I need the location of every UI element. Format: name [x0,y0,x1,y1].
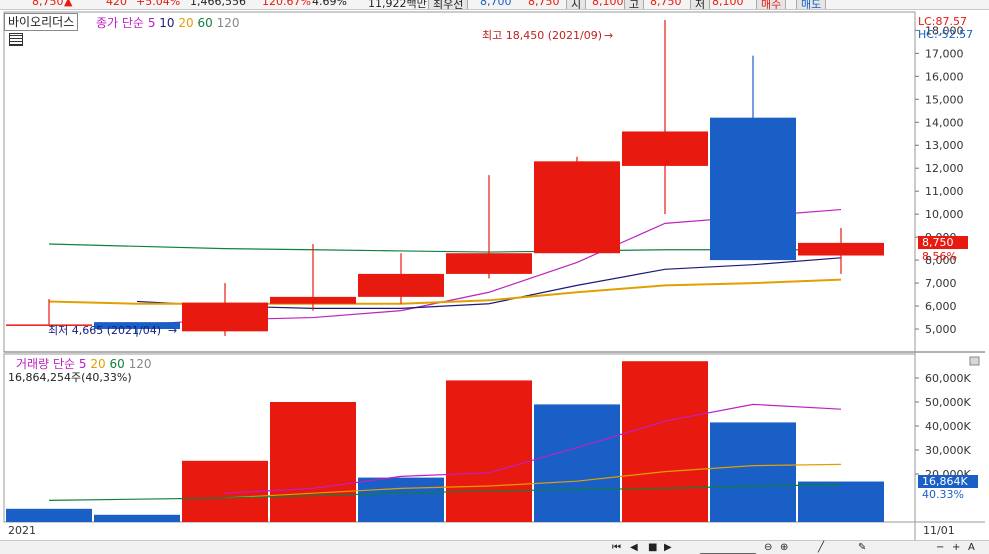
volume-bar [358,477,444,522]
lc-label: LC:87.57 [918,15,967,28]
volume-bar [94,514,180,522]
volume-tick-label: 40,000K [925,420,971,433]
price-tick-label: 16,000 [925,70,964,83]
low-annotation: 최저 4,665 (2021/04) [48,324,161,337]
pct-badge-label: 8.56% [922,250,957,263]
price-tick-label: 5,000 [925,323,957,336]
ma-period-120[interactable]: 120 [217,16,240,30]
volume-bar [6,508,92,522]
ma-period-20[interactable]: 20 [178,16,193,30]
price-tick-label: 10,000 [925,208,964,221]
grid-icon[interactable] [9,33,23,46]
candle-body [534,161,620,254]
volume-tick-label: 60,000K [925,372,971,385]
scroll-first-icon[interactable]: ⏮ [612,543,621,553]
stock-chart[interactable]: 5,0006,0007,0008,0009,00010,00011,00012,… [0,0,989,553]
arrow-icon-low: → [168,324,177,337]
candle-body [798,242,884,256]
volume-bar [798,481,884,522]
x-axis-start-label: 2021 [8,524,36,537]
candle-body [358,273,444,297]
volume-bar [622,361,708,522]
ma-label: 종가 단순 [96,16,144,30]
price-badge-label: 8,750 [922,236,954,249]
volume-bar [270,402,356,522]
scroll-next-icon[interactable]: ▶ [664,543,672,553]
chart-control-bar [0,540,989,554]
panel-menu-icon[interactable] [969,356,980,366]
zoom-in-icon[interactable]: ⊕ [780,543,788,553]
price-tick-label: 11,000 [925,185,964,198]
text-tool-icon[interactable]: A [968,543,975,553]
volume-pct-label: 40.33% [922,488,964,501]
candle-body [182,302,268,332]
x-axis-end-label: 11/01 [923,524,955,537]
stock-name-box[interactable]: 바이오리더스 [4,13,79,31]
line-tool-icon[interactable]: ╱ [818,543,824,553]
price-tick-label: 12,000 [925,162,964,175]
volume-badge-label: 16,864K [922,475,968,488]
minus-icon[interactable]: − [936,543,944,553]
plus-icon[interactable]: + [952,543,960,553]
volume-tick-label: 30,000K [925,444,971,457]
hc-label: HC:-52.57 [918,28,973,41]
price-tick-label: 17,000 [925,47,964,60]
ma-period-10[interactable]: 10 [159,16,174,30]
price-legend: 종가 단순 5 10 20 60 120 [96,14,240,31]
price-tick-label: 6,000 [925,300,957,313]
volume-bar [534,404,620,522]
scroll-prev-icon[interactable]: ◀ [630,543,638,553]
candle-body [710,117,796,261]
draw-tool-icon[interactable]: ✎ [858,543,866,553]
volume-bar [446,380,532,522]
candle-body [622,131,708,166]
stock-name: 바이오리더스 [8,15,75,29]
price-tick-label: 15,000 [925,93,964,106]
volume-ma-120[interactable]: 120 [129,357,152,371]
candle-body [446,253,532,274]
zoom-out-icon[interactable]: ⊖ [764,543,772,553]
price-tick-label: 14,000 [925,116,964,129]
volume-tick-label: 50,000K [925,396,971,409]
high-annotation: 최고 18,450 (2021/09) [482,29,602,42]
price-tick-label: 13,000 [925,139,964,152]
candle-body [270,296,356,304]
price-tick-label: 7,000 [925,277,957,290]
stop-icon[interactable]: ■ [648,543,657,553]
volume-bar [710,422,796,522]
ma-period-60[interactable]: 60 [198,16,213,30]
ma-period-5[interactable]: 5 [148,16,156,30]
right-arrow-icon: → [604,29,613,42]
volume-current: 16,864,254주(40,33%) [8,371,132,384]
zoom-slider[interactable] [700,543,756,554]
